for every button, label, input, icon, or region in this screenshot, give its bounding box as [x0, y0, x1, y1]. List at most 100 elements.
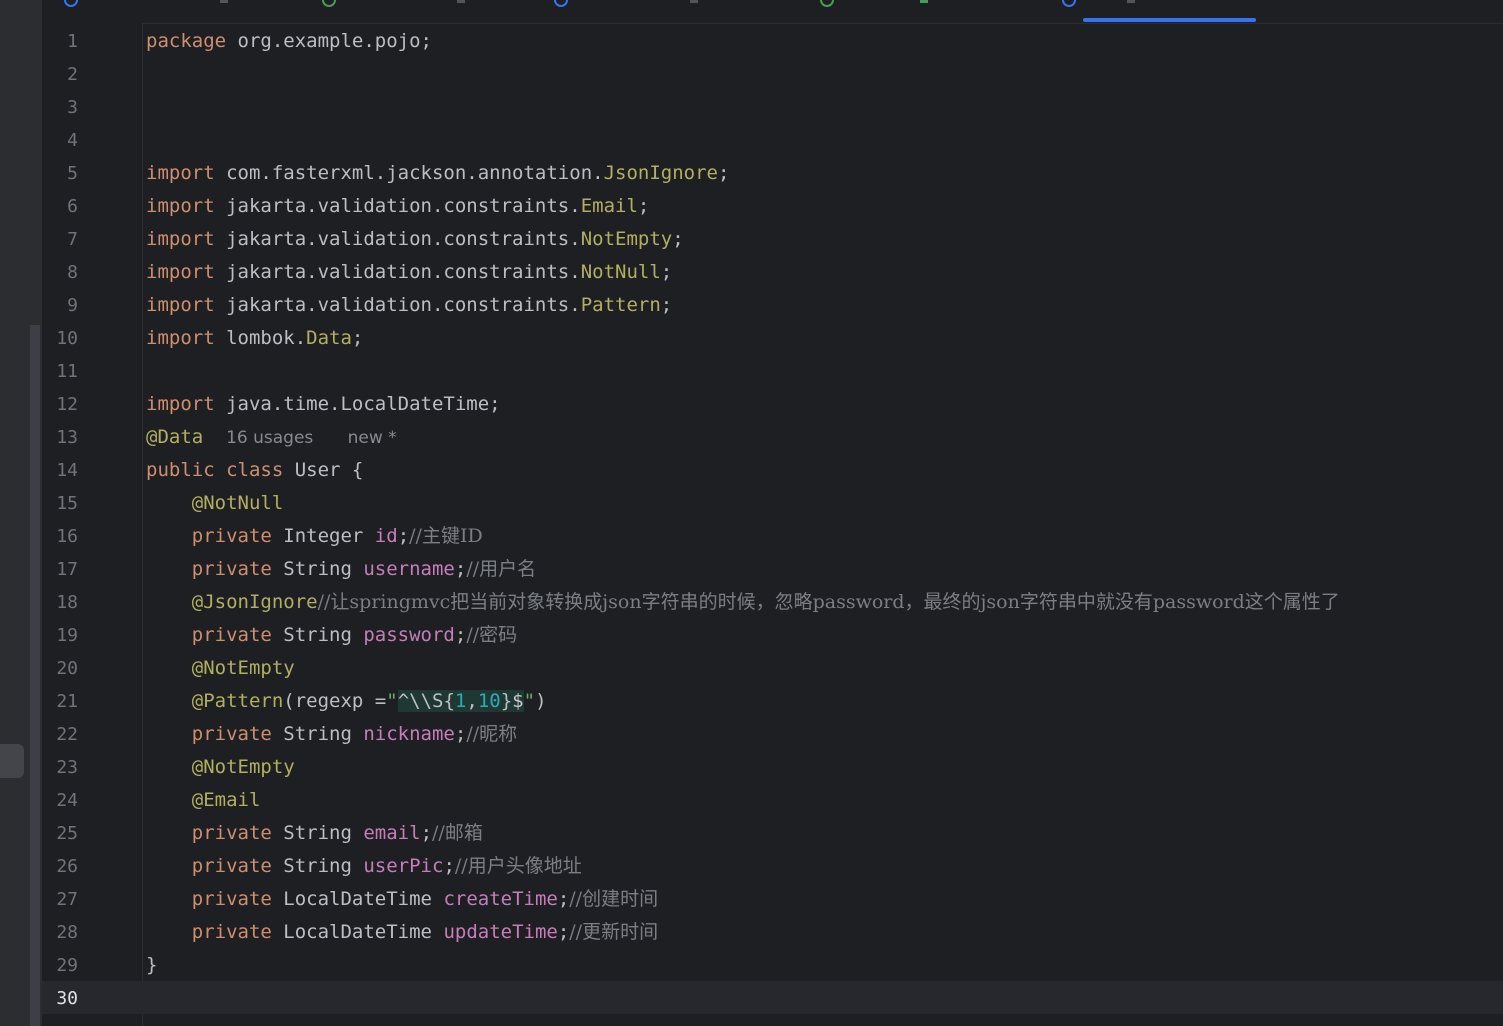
keyword: private — [191, 525, 272, 547]
code-text: ; — [420, 822, 433, 844]
author-inlay-hint[interactable]: new * — [348, 428, 397, 448]
code-line[interactable]: 7 import jakarta.validation.constraints.N… — [42, 223, 1503, 256]
tool-window-button[interactable] — [0, 744, 24, 778]
code-line[interactable]: 3 — [42, 91, 1503, 124]
code-line[interactable]: 6 import jakarta.validation.constraints.E… — [42, 190, 1503, 223]
code-line[interactable]: 5 import com.fasterxml.jackson.annotation… — [42, 157, 1503, 190]
code-line[interactable]: 1 package org.example.pojo; — [42, 25, 1503, 58]
code-line[interactable]: 29} — [42, 949, 1503, 982]
field-name: password — [363, 624, 455, 646]
code-line[interactable]: 4 — [42, 124, 1503, 157]
code-text: ; — [557, 888, 570, 910]
string-quote: " — [386, 690, 398, 712]
type-name: Integer — [271, 525, 375, 547]
type-name: LocalDateTime — [271, 921, 444, 943]
tab-label-fragment[interactable] — [457, 0, 465, 3]
code-line[interactable]: 24 @Email — [42, 784, 1503, 817]
code-line[interactable]: 14 public class User { — [42, 454, 1503, 487]
code-text: jakarta.validation.constraints. — [214, 294, 581, 316]
field-name: nickname — [363, 723, 455, 745]
annotation: @NotEmpty — [191, 756, 295, 778]
code-line[interactable]: 13 @Data 16 usages new * — [42, 421, 1503, 454]
line-number: 15 — [56, 493, 78, 514]
type-name: String — [271, 822, 364, 844]
tab-label-fragment[interactable] — [690, 0, 698, 3]
line-number: 16 — [56, 526, 78, 547]
tab-label-fragment[interactable] — [920, 0, 928, 3]
code-text: ; — [637, 195, 650, 217]
code-line[interactable]: 2 — [42, 58, 1503, 91]
tab-class-icon[interactable] — [64, 0, 78, 7]
field-name: email — [363, 822, 421, 844]
code-line[interactable]: 25 private String email;//邮箱 — [42, 817, 1503, 850]
code-editor[interactable]: 1 package org.example.pojo; 2 3 4 5 import… — [42, 25, 1503, 1015]
regex-text: } — [500, 690, 513, 712]
regex-number: 1 — [454, 690, 467, 712]
code-line[interactable]: 22 private String nickname;//昵称 — [42, 718, 1503, 751]
left-scrollbar[interactable] — [30, 325, 40, 1026]
tab-class-icon[interactable] — [554, 0, 568, 7]
code-line[interactable]: 9 import jakarta.validation.constraints.P… — [42, 289, 1503, 322]
line-number: 6 — [67, 196, 78, 217]
code-line[interactable]: 21 @Pattern(regexp ="^\\S{1,10}$") — [42, 685, 1503, 718]
line-number: 8 — [67, 262, 78, 283]
tab-spring-icon[interactable] — [322, 0, 336, 7]
code-text: ; — [660, 261, 673, 283]
code-text: ; — [454, 723, 467, 745]
comment: //用户名 — [466, 558, 537, 580]
tab-label-fragment[interactable] — [1127, 0, 1135, 3]
code-line[interactable]: 17 private String username;//用户名 — [42, 553, 1503, 586]
code-text: User { — [283, 459, 364, 481]
line-number: 14 — [56, 460, 78, 481]
type-name: String — [271, 855, 364, 877]
code-line[interactable]: 27 private LocalDateTime createTime;//创建… — [42, 883, 1503, 916]
regex-number: 10 — [477, 690, 501, 712]
code-line[interactable]: 16 private Integer id;//主键ID — [42, 520, 1503, 553]
line-number: 2 — [67, 64, 78, 85]
field-name: username — [363, 558, 455, 580]
code-line[interactable]: 23 @NotEmpty — [42, 751, 1503, 784]
annotation: @JsonIgnore — [191, 591, 318, 613]
comment: //昵称 — [466, 723, 518, 745]
keyword: import — [146, 195, 215, 217]
usages-inlay-hint[interactable]: 16 usages — [226, 428, 313, 448]
code-line[interactable]: 12 import java.time.LocalDateTime; — [42, 388, 1503, 421]
code-text: ; — [660, 294, 673, 316]
line-number: 29 — [56, 955, 78, 976]
line-number: 26 — [56, 856, 78, 877]
line-number: 9 — [67, 295, 78, 316]
annotation: @Pattern — [191, 690, 284, 712]
code-line[interactable]: 15 @NotNull — [42, 487, 1503, 520]
keyword: import — [146, 294, 215, 316]
tab-active-class-icon[interactable] — [1062, 0, 1076, 7]
code-text: (regexp = — [283, 690, 387, 712]
tab-spring-icon[interactable] — [820, 0, 834, 7]
line-number: 28 — [56, 922, 78, 943]
code-line[interactable]: 19 private String password;//密码 — [42, 619, 1503, 652]
code-line[interactable]: 26 private String userPic;//用户头像地址 — [42, 850, 1503, 883]
line-number: 30 — [56, 988, 78, 1009]
line-number: 23 — [56, 757, 78, 778]
line-number: 1 — [67, 31, 78, 52]
editor-tab-bar — [42, 0, 1503, 24]
code-line[interactable]: 20 @NotEmpty — [42, 652, 1503, 685]
keyword: import — [146, 393, 215, 415]
comment: //密码 — [466, 624, 518, 646]
code-line[interactable]: 10 import lombok.Data; — [42, 322, 1503, 355]
code-line[interactable]: 28 private LocalDateTime updateTime;//更新… — [42, 916, 1503, 949]
code-line[interactable]: 11 — [42, 355, 1503, 388]
current-code-line[interactable]: 30 — [42, 982, 1503, 1015]
field-name: updateTime — [443, 921, 558, 943]
code-text: jakarta.validation.constraints. — [214, 228, 581, 250]
regex-text: ^\\S — [397, 690, 444, 712]
regex-text: , — [466, 690, 478, 712]
keyword: private — [191, 822, 272, 844]
line-number: 11 — [56, 361, 78, 382]
code-line[interactable]: 8 import jakarta.validation.constraints.N… — [42, 256, 1503, 289]
keyword: import — [146, 327, 215, 349]
class-name: Pattern — [580, 294, 661, 316]
tab-label-fragment[interactable] — [220, 0, 228, 3]
code-text: org.example.pojo; — [226, 30, 432, 52]
code-line[interactable]: 18 @JsonIgnore//让springmvc把当前对象转换成json字符… — [42, 586, 1503, 619]
class-name: NotEmpty — [580, 228, 673, 250]
